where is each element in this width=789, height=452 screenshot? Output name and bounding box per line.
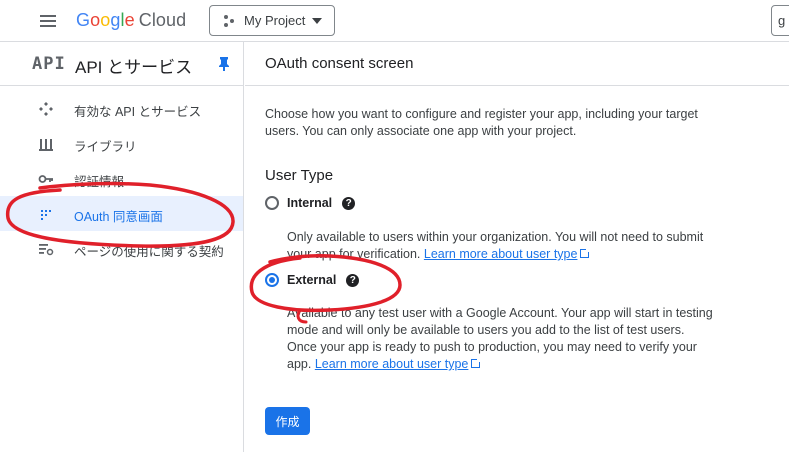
hamburger-menu-icon[interactable] xyxy=(38,12,58,30)
pin-icon[interactable] xyxy=(218,56,230,72)
sidebar-item-credentials[interactable]: 認証情報 xyxy=(0,161,243,196)
help-icon[interactable]: ? xyxy=(346,273,360,287)
logo-letter: g xyxy=(110,10,121,30)
sidebar-item-enabled-apis[interactable]: 有効な API とサービス xyxy=(0,91,243,126)
main-content: OAuth consent screen Choose how you want… xyxy=(245,42,789,452)
internal-description: Only available to users within your orga… xyxy=(287,229,717,263)
external-option[interactable]: External ? xyxy=(265,273,360,287)
sidebar-item-label: 認証情報 xyxy=(74,175,125,189)
google-cloud-logo[interactable]: Google Cloud xyxy=(76,10,186,31)
sidebar-item-library[interactable]: ライブラリ xyxy=(0,126,243,161)
project-selector-label: My Project xyxy=(244,13,306,28)
logo-letter: o xyxy=(100,10,111,30)
internal-radio[interactable] xyxy=(265,196,279,210)
logo-cloud-text: Cloud xyxy=(138,10,187,30)
external-description: Available to any test user with a Google… xyxy=(287,305,717,373)
agreements-icon xyxy=(37,240,55,258)
consent-icon xyxy=(37,205,55,223)
sidebar-item-page-agreements[interactable]: ページの使用に関する契約 xyxy=(0,231,243,266)
sidebar-item-label: OAuth 同意画面 xyxy=(74,210,163,224)
sidebar-header: API API とサービス xyxy=(0,42,243,86)
library-icon xyxy=(37,135,55,153)
create-button[interactable]: 作成 xyxy=(265,407,310,435)
help-icon[interactable]: ? xyxy=(342,196,356,210)
sidebar-title: API とサービス xyxy=(75,58,193,77)
external-label: External xyxy=(287,273,337,287)
page-description: Choose how you want to configure and reg… xyxy=(265,107,698,138)
logo-letter: e xyxy=(124,10,135,30)
sidebar-item-oauth-consent[interactable]: OAuth 同意画面 xyxy=(0,196,243,231)
chevron-down-icon xyxy=(312,18,322,24)
internal-label: Internal xyxy=(287,196,333,210)
logo-letter: G xyxy=(76,10,91,30)
search-input[interactable]: g xyxy=(771,5,789,36)
sidebar-item-label: ライブラリ xyxy=(74,140,137,154)
learn-more-link[interactable]: Learn more about user type xyxy=(424,247,578,261)
main-header: OAuth consent screen xyxy=(245,42,789,86)
key-icon xyxy=(37,170,55,188)
project-dots-icon xyxy=(224,14,234,27)
logo-letter: o xyxy=(90,10,101,30)
external-link-icon xyxy=(580,248,591,258)
api-logo-icon: API xyxy=(32,54,66,74)
internal-option[interactable]: Internal ? xyxy=(265,196,356,210)
learn-more-link[interactable]: Learn more about user type xyxy=(315,357,469,371)
external-radio[interactable] xyxy=(265,273,279,287)
page-title: OAuth consent screen xyxy=(265,55,414,72)
external-link-icon xyxy=(471,358,482,368)
project-selector-button[interactable]: My Project xyxy=(209,5,335,36)
services-icon xyxy=(37,100,55,118)
sidebar-item-label: ページの使用に関する契約 xyxy=(74,245,224,259)
top-bar: Google Cloud My Project g xyxy=(0,0,789,42)
user-type-heading: User Type xyxy=(265,167,334,184)
sidebar: API API とサービス 有効な API とサービス ライブラリ 認証情報 O… xyxy=(0,42,244,452)
sidebar-item-label: 有効な API とサービス xyxy=(74,105,202,119)
